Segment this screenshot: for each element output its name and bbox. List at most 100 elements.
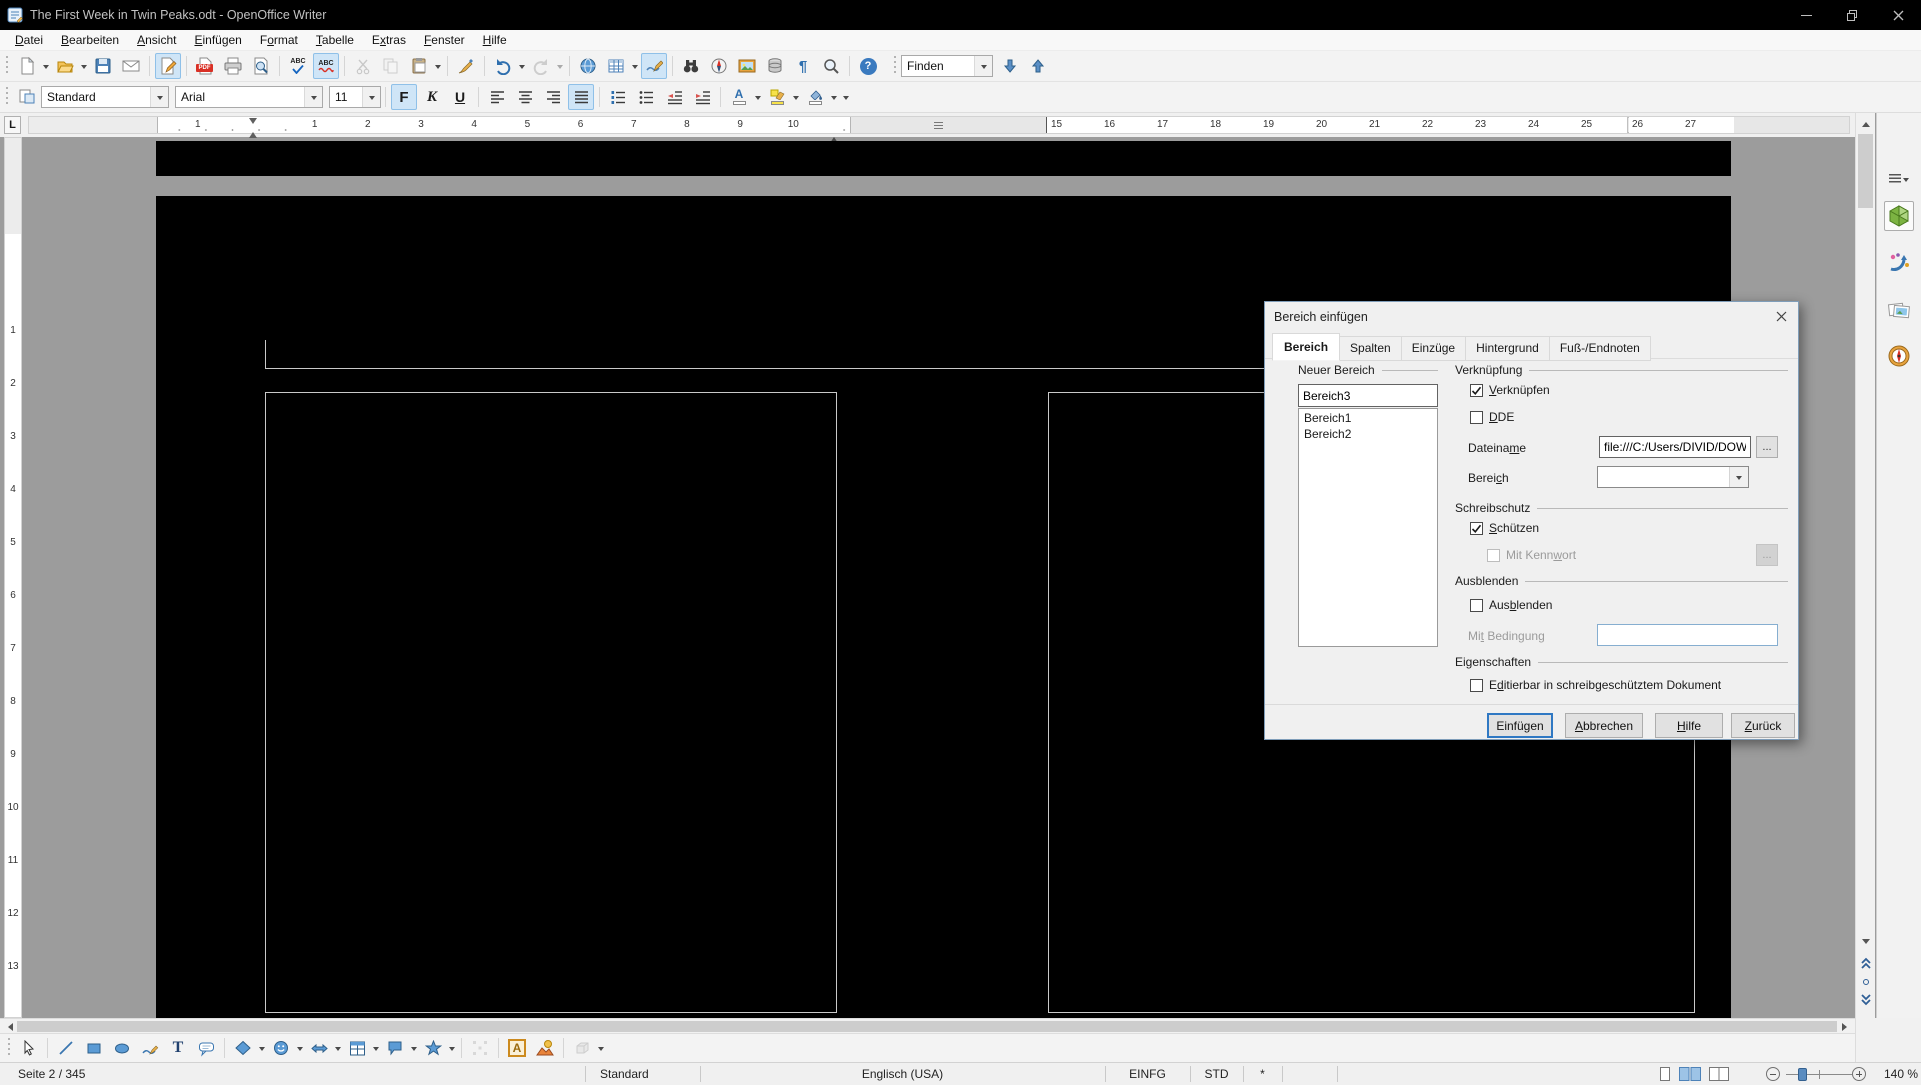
stars-dropdown[interactable] xyxy=(447,1035,457,1061)
print-button[interactable] xyxy=(220,53,246,79)
select-tool-button[interactable] xyxy=(16,1035,42,1061)
dialog-title-bar[interactable]: Bereich einfügen xyxy=(1265,302,1798,332)
language-indicator[interactable]: Englisch (USA) xyxy=(700,1063,1105,1085)
underline-button[interactable]: U xyxy=(447,84,473,110)
cancel-button[interactable]: Abbrechen xyxy=(1565,713,1643,738)
find-toolbar-grip[interactable] xyxy=(892,56,898,76)
open-dropdown[interactable] xyxy=(79,53,89,79)
zoom-slider-thumb[interactable] xyxy=(1798,1068,1807,1081)
next-page-button[interactable] xyxy=(1856,991,1875,1008)
dde-checkbox-row[interactable]: DDE xyxy=(1470,410,1514,424)
auto-spellcheck-button[interactable]: ABC xyxy=(313,53,339,79)
style-combo-dropdown[interactable] xyxy=(150,87,168,107)
dropdown-chevron[interactable] xyxy=(1729,467,1748,487)
styles-window-button[interactable] xyxy=(14,84,40,110)
sidebar-navigator-button[interactable] xyxy=(1884,341,1914,371)
selection-mode-indicator[interactable]: STD xyxy=(1190,1063,1243,1085)
gallery-button[interactable] xyxy=(734,53,760,79)
editable-checkbox-row[interactable]: Editierbar in schreibgeschütztem Dokumen… xyxy=(1470,678,1721,692)
draw-functions-button[interactable] xyxy=(641,53,667,79)
margin-marker[interactable] xyxy=(1046,117,1047,133)
open-button[interactable] xyxy=(52,53,78,79)
font-size-combobox[interactable] xyxy=(329,86,381,108)
find-input[interactable] xyxy=(902,59,974,73)
horizontal-scrollbar-thumb[interactable] xyxy=(17,1021,1837,1032)
protect-checkbox-row[interactable]: Schützen xyxy=(1470,521,1539,535)
tab-fussendnoten[interactable]: Fuß-/Endnoten xyxy=(1550,336,1651,361)
zoom-button[interactable] xyxy=(818,53,844,79)
previous-page-button[interactable] xyxy=(1856,955,1875,972)
block-arrows-button[interactable] xyxy=(306,1035,332,1061)
decrease-indent-button[interactable] xyxy=(661,84,687,110)
navigator-button[interactable] xyxy=(706,53,732,79)
column-marker[interactable] xyxy=(934,122,943,129)
paste-button[interactable] xyxy=(406,53,432,79)
filename-browse-button[interactable]: ... xyxy=(1756,436,1778,458)
horizontal-ruler[interactable]: 1 12345678910 1516171819202122232425 262… xyxy=(28,116,1850,134)
vertical-scrollbar[interactable] xyxy=(1855,113,1875,1018)
find-replace-button[interactable] xyxy=(678,53,704,79)
increase-indent-button[interactable] xyxy=(689,84,715,110)
restore-button[interactable] xyxy=(1829,0,1875,30)
undo-dropdown[interactable] xyxy=(517,53,527,79)
print-preview-button[interactable] xyxy=(248,53,274,79)
book-view-button[interactable] xyxy=(1708,1066,1730,1082)
condition-input[interactable] xyxy=(1597,624,1778,646)
background-color-dropdown[interactable] xyxy=(829,84,839,110)
find-combo-dropdown[interactable] xyxy=(974,56,992,76)
font-color-button[interactable]: A xyxy=(726,84,752,110)
formatting-marks-button[interactable]: ¶ xyxy=(790,53,816,79)
background-color-button[interactable] xyxy=(802,84,828,110)
text-tool-button[interactable]: T xyxy=(165,1035,191,1061)
highlight-color-dropdown[interactable] xyxy=(791,84,801,110)
redo-dropdown[interactable] xyxy=(555,53,565,79)
font-combo-dropdown[interactable] xyxy=(304,87,322,107)
vertical-ruler[interactable]: 12345678910111213 xyxy=(4,137,22,1018)
list-item[interactable]: Bereich1 xyxy=(1299,410,1437,426)
rectangle-tool-button[interactable] xyxy=(81,1035,107,1061)
stars-button[interactable] xyxy=(420,1035,446,1061)
section-listbox[interactable]: Bereich1 Bereich2 xyxy=(1298,408,1438,647)
insert-button[interactable]: Einfügen xyxy=(1487,713,1553,738)
data-sources-button[interactable] xyxy=(762,53,788,79)
justify-button[interactable] xyxy=(568,84,594,110)
menu-ansicht[interactable]: Ansicht xyxy=(128,31,185,49)
hide-checkbox-row[interactable]: Ausblenden xyxy=(1470,598,1552,612)
menu-tabelle[interactable]: Tabelle xyxy=(307,31,363,49)
toolbar-grip[interactable] xyxy=(6,1038,12,1058)
checkbox-unchecked[interactable] xyxy=(1470,679,1483,692)
insert-table-button[interactable] xyxy=(603,53,629,79)
tab-bereich[interactable]: Bereich xyxy=(1272,333,1340,361)
basic-shapes-button[interactable] xyxy=(230,1035,256,1061)
scroll-left-button[interactable] xyxy=(0,1019,17,1034)
back-button[interactable]: Zurück xyxy=(1731,713,1795,738)
link-checkbox-row[interactable]: Verknüpfen xyxy=(1470,383,1550,397)
list-item[interactable]: Bereich2 xyxy=(1299,426,1437,442)
toolbar-grip[interactable] xyxy=(4,87,10,107)
insert-mode-indicator[interactable]: EINFG xyxy=(1105,1063,1190,1085)
sidebar-gallery-button[interactable] xyxy=(1884,295,1914,325)
new-document-dropdown[interactable] xyxy=(41,53,51,79)
scroll-up-button[interactable] xyxy=(1856,114,1875,131)
bullet-list-button[interactable] xyxy=(633,84,659,110)
italic-button[interactable]: K xyxy=(419,84,445,110)
paste-dropdown[interactable] xyxy=(433,53,443,79)
single-page-view-button[interactable] xyxy=(1658,1066,1672,1082)
save-button[interactable] xyxy=(90,53,116,79)
dialog-close-button[interactable] xyxy=(1767,305,1795,327)
paragraph-style-input[interactable] xyxy=(42,90,150,104)
insert-table-dropdown[interactable] xyxy=(630,53,640,79)
horizontal-scrollbar[interactable] xyxy=(0,1018,1855,1033)
basic-shapes-dropdown[interactable] xyxy=(257,1035,267,1061)
align-center-button[interactable] xyxy=(512,84,538,110)
menu-datei[interactable]: Datei xyxy=(6,31,52,49)
indent-marker[interactable] xyxy=(249,118,257,138)
find-next-button[interactable] xyxy=(997,53,1023,79)
flowchart-button[interactable] xyxy=(344,1035,370,1061)
line-tool-button[interactable] xyxy=(53,1035,79,1061)
find-previous-button[interactable] xyxy=(1025,53,1051,79)
symbol-shapes-button[interactable] xyxy=(268,1035,294,1061)
checkbox-checked[interactable] xyxy=(1470,384,1483,397)
sidebar-properties-button[interactable] xyxy=(1884,201,1914,231)
size-combo-dropdown[interactable] xyxy=(362,87,380,107)
